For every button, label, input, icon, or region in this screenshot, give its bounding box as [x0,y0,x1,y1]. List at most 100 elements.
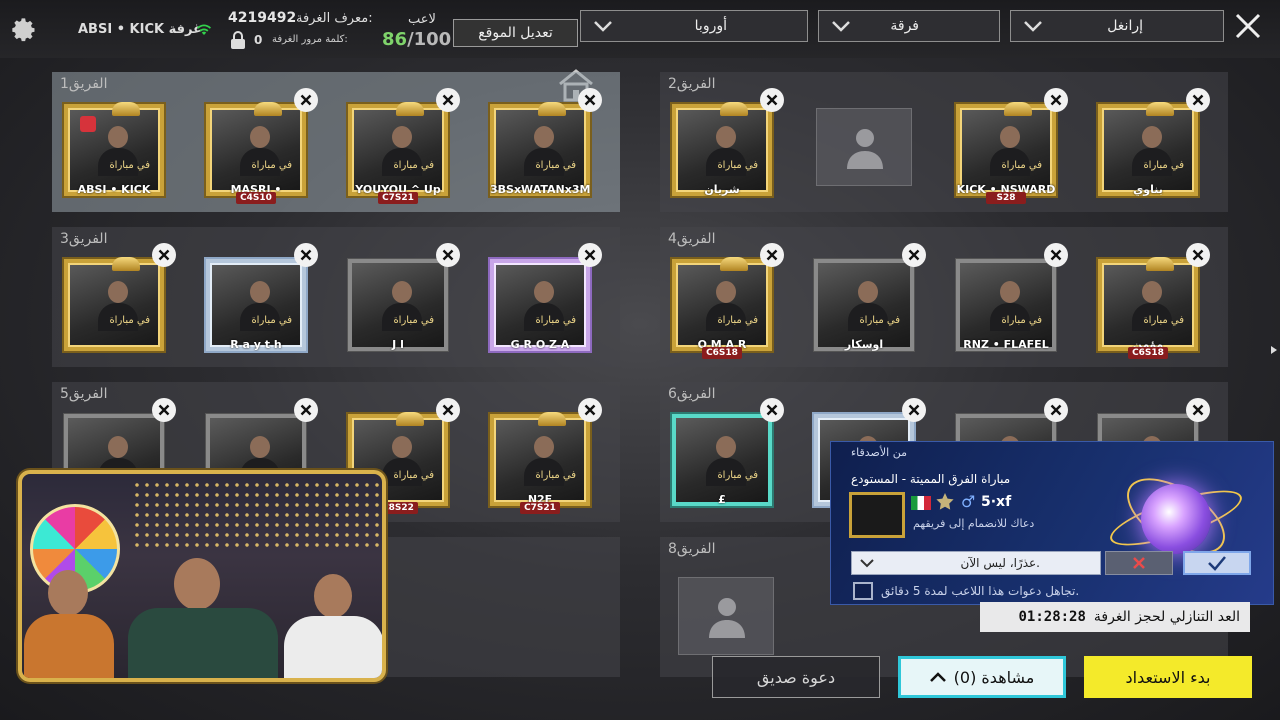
crown-icon [396,412,424,426]
watch-button[interactable]: (0) مشاهدة [898,656,1066,698]
kick-player-button[interactable] [578,398,602,422]
season-tag: C6S18 [702,347,742,359]
player-slot[interactable]: في مباراة مؤمن C6S18 [1090,243,1210,359]
player-name: اوسكار [844,338,884,351]
empty-slot[interactable] [816,108,912,186]
in-match-status: في مباراة [393,470,434,481]
ignore-invites-label: تجاهل دعوات هذا اللاعب لمدة 5 دقائق. [881,584,1080,598]
close-icon [158,249,170,261]
map-dropdown[interactable]: إرانغل [1010,10,1224,42]
kick-player-button[interactable] [902,398,926,422]
ignore-invites-checkbox[interactable] [853,582,873,600]
kick-player-button[interactable] [1044,88,1068,112]
player-slot[interactable]: في مباراة RNZ • FLAFEL [948,243,1068,355]
kick-player-button[interactable] [1044,398,1068,422]
player-slot[interactable]: في مباراة O M A R C6S18 [664,243,784,359]
in-match-status: في مباراة [535,160,576,171]
room-password-value: 0 [254,33,263,47]
kick-player-button[interactable] [152,398,176,422]
kick-player-button[interactable] [436,243,460,267]
invite-friend-button[interactable]: دعوة صديق [712,656,880,698]
close-icon[interactable] [1232,10,1264,42]
accept-button[interactable] [1183,551,1251,575]
avatar-frame: في مباراة [64,257,164,351]
person-placeholder-icon [709,598,745,638]
crown-icon [112,257,140,271]
player-slot[interactable]: في مباراة G R O Z A [482,243,602,355]
season-tag: S28 [986,192,1026,204]
player-slot[interactable]: في مباراة KICK • NSWARD S28 [948,88,1068,204]
room-countdown: 01:28:28 العد التنازلي لحجز الغرفة [980,602,1250,632]
decline-reason-value: عذرًا، ليس الآن. [960,556,1040,570]
player-slot[interactable]: في مباراة N2F C7S21 [482,398,602,514]
gear-icon[interactable] [10,16,38,44]
kick-player-button[interactable] [436,398,460,422]
kick-player-button[interactable] [760,88,784,112]
edit-location-button[interactable]: تعديل الموقع [453,19,578,47]
inviter-avatar [849,492,905,538]
player-slot[interactable]: في مباراة MASRI • C4S10 [198,88,318,204]
lock-icon [231,31,245,49]
flag-icon [911,496,931,510]
invite-title: مباراة الفرق المميتة - المستودع [851,472,1011,486]
chevron-down-icon [1024,21,1042,32]
chevron-down-icon [832,21,850,32]
top-bar: ABSI • KICK غرفة 4219492 معرف الغرفة: 0 … [0,0,1280,58]
mode-dropdown[interactable]: فرقة [818,10,1000,42]
player-slot[interactable]: في مباراة R a y t h [198,243,318,355]
team-label: الفريق3 [60,231,108,247]
region-dropdown-value: أوروبا [694,18,727,34]
watch-label: (0) مشاهدة [953,667,1035,687]
kick-player-button[interactable] [436,88,460,112]
players-current: 86 [382,29,408,50]
kick-player-button[interactable] [578,243,602,267]
season-tag: C4S10 [236,192,276,204]
player-slot[interactable]: في مباراة 3BSxWATANx3MR [482,88,602,200]
player-slot[interactable]: في مباراة £ [664,398,784,510]
crown-icon [396,102,424,116]
kick-player-button[interactable] [1044,243,1068,267]
map-dropdown-value: إرانغل [1107,18,1143,34]
streamer-left [24,558,114,678]
kick-player-button[interactable] [152,243,176,267]
player-slot[interactable]: في مباراة ABSI • KICK [56,100,172,200]
chevron-down-icon [860,559,874,568]
player-name: ABSI • KICK [77,183,151,196]
player-slot[interactable]: في مباراة بناوي [1090,88,1210,200]
kick-player-button[interactable] [294,398,318,422]
person-placeholder-icon [847,129,883,169]
region-dropdown[interactable]: أوروبا [580,10,808,42]
player-slot[interactable]: في مباراة J l [340,243,460,355]
team-label: الفريق2 [668,76,716,92]
close-icon [1050,404,1062,416]
kick-player-button[interactable] [760,398,784,422]
player-slot[interactable]: في مباراة [56,243,176,355]
empty-slot[interactable] [678,577,774,655]
in-match-status: في مباراة [717,470,758,481]
close-icon [300,249,312,261]
kick-player-button[interactable] [294,243,318,267]
kick-player-button[interactable] [1186,88,1210,112]
decline-reason-select[interactable]: عذرًا، ليس الآن. [851,551,1101,575]
countdown-label: العد التنازلي لحجز الغرفة [1093,609,1240,625]
player-slot[interactable] [806,100,922,200]
player-slot[interactable]: في مباراة شريان [664,88,784,200]
in-match-status: في مباراة [109,315,150,326]
kick-player-button[interactable] [760,243,784,267]
decline-button[interactable] [1105,551,1173,575]
kick-player-button[interactable] [1186,243,1210,267]
invite-header: من الأصدقاء [851,446,907,459]
crown-icon [538,412,566,426]
kick-player-button[interactable] [1186,398,1210,422]
player-slot[interactable]: في مباراة YOUYOU ^ Up C7S21 [340,88,460,204]
inviter-name[interactable]: 5·xf [981,494,1011,510]
player-slot[interactable]: في مباراة اوسكار [806,243,926,355]
kick-player-button[interactable] [578,88,602,112]
kick-player-button[interactable] [902,243,926,267]
crown-icon [1004,102,1032,116]
team-panel: الفريق4 في مباراة O M A R C6S18 في مباراة اوس… [660,227,1228,367]
kick-player-button[interactable] [294,88,318,112]
start-ready-button[interactable]: بدء الاستعداد [1084,656,1252,698]
in-match-status: في مباراة [393,160,434,171]
team-label: الفريق6 [668,386,716,402]
